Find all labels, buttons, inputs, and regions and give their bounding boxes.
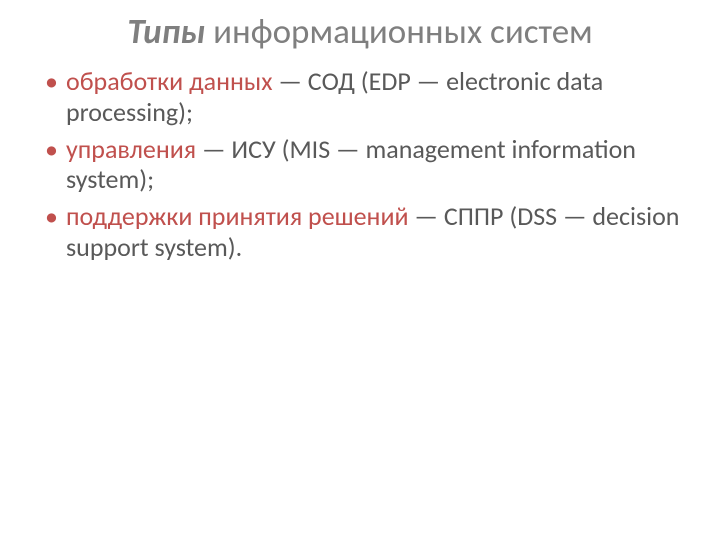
bullet-list: обработки данных — СОД (EDP — electronic… xyxy=(30,66,690,262)
title-emphasis: Типы xyxy=(127,11,205,53)
slide-container: Типы информационных систем обработки дан… xyxy=(0,0,720,540)
item-emphasis: поддержки принятия решений xyxy=(66,200,409,232)
list-item: управления — ИСУ (MIS — management infor… xyxy=(42,134,690,195)
list-item: поддержки принятия решений — СППР (DSS —… xyxy=(42,201,690,262)
title-rest: информационных систем xyxy=(205,11,592,53)
item-emphasis: управления xyxy=(66,133,196,165)
slide-title: Типы информационных систем xyxy=(30,12,690,52)
item-emphasis: обработки данных xyxy=(66,65,272,97)
list-item: обработки данных — СОД (EDP — electronic… xyxy=(42,66,690,127)
